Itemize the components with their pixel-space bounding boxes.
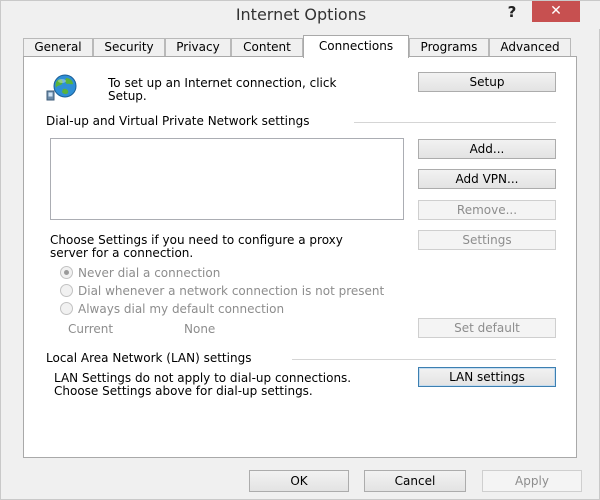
radio-selected-dot xyxy=(64,270,69,275)
internet-options-window: Internet Options ? ✕ General Security Pr… xyxy=(0,0,600,500)
current-label: Current xyxy=(68,322,114,336)
apply-button[interactable]: Apply xyxy=(482,470,582,492)
dialup-connections-list[interactable] xyxy=(50,138,404,220)
lan-section-title: Local Area Network (LAN) settings xyxy=(46,351,252,365)
radio-never-dial[interactable] xyxy=(60,266,73,279)
tab-privacy[interactable]: Privacy xyxy=(165,38,231,57)
lan-description-line-1: LAN Settings do not apply to dial-up con… xyxy=(54,371,352,385)
settings-button[interactable]: Settings xyxy=(418,230,556,250)
lan-settings-button[interactable]: LAN settings xyxy=(418,367,556,387)
proxy-description-line-2: server for a connection. xyxy=(50,246,194,260)
close-icon: ✕ xyxy=(550,3,562,19)
radio-always-dial-label: Always dial my default connection xyxy=(78,302,285,316)
ok-button[interactable]: OK xyxy=(249,470,349,492)
setup-description-line-2: Setup. xyxy=(108,89,147,103)
tab-security[interactable]: Security xyxy=(93,38,165,57)
close-button[interactable]: ✕ xyxy=(532,1,580,22)
cancel-button[interactable]: Cancel xyxy=(364,470,466,492)
current-connection-value: None xyxy=(184,322,216,336)
tab-content[interactable]: Content xyxy=(231,38,303,57)
remove-button[interactable]: Remove... xyxy=(418,200,556,220)
dialup-vpn-section-title: Dial-up and Virtual Private Network sett… xyxy=(46,114,310,128)
setup-description-line-1: To set up an Internet connection, click xyxy=(108,76,337,90)
radio-dial-whenever[interactable] xyxy=(60,284,73,297)
radio-never-dial-label: Never dial a connection xyxy=(78,266,221,280)
add-button[interactable]: Add... xyxy=(418,139,556,159)
tab-connections[interactable]: Connections xyxy=(303,35,409,58)
dialup-section-divider xyxy=(354,122,556,123)
radio-dial-whenever-label: Dial whenever a network connection is no… xyxy=(78,284,385,298)
add-vpn-button[interactable]: Add VPN... xyxy=(418,169,556,189)
lan-section-divider xyxy=(292,359,556,360)
tab-advanced[interactable]: Advanced xyxy=(489,38,571,57)
tab-programs[interactable]: Programs xyxy=(409,38,489,57)
setup-button[interactable]: Setup xyxy=(418,72,556,92)
proxy-description-line-1: Choose Settings if you need to configure… xyxy=(50,233,343,247)
globe-network-icon xyxy=(46,74,77,101)
radio-always-dial[interactable] xyxy=(60,302,73,315)
connections-panel: To set up an Internet connection, click … xyxy=(23,56,577,458)
set-default-button[interactable]: Set default xyxy=(418,318,556,338)
lan-description-line-2: Choose Settings above for dial-up settin… xyxy=(54,384,313,398)
title-bar: Internet Options ? ✕ xyxy=(1,1,600,29)
help-button[interactable]: ? xyxy=(501,1,523,23)
tab-general[interactable]: General xyxy=(23,38,93,57)
